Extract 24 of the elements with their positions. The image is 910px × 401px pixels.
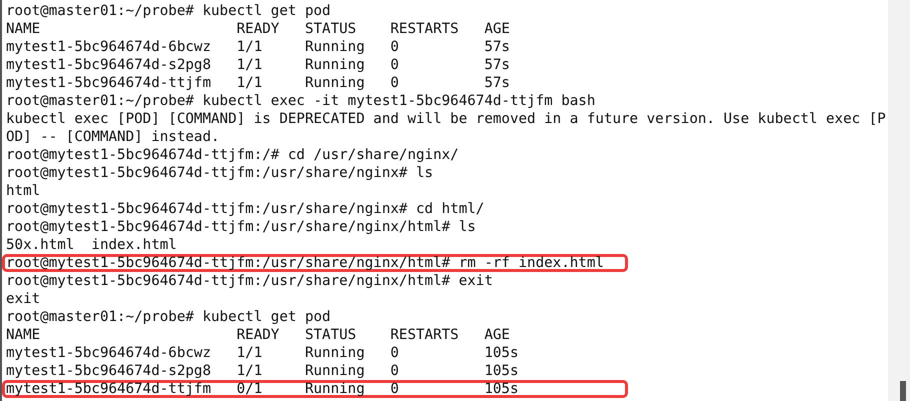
terminal-line: NAME READY STATUS RESTARTS AGE — [6, 327, 510, 343]
terminal-line: html — [6, 183, 40, 199]
terminal-line: OD] -- [COMMAND] instead. — [6, 129, 220, 145]
terminal-line: mytest1-5bc964674d-s2pg8 1/1 Running 0 105s — [6, 363, 518, 379]
terminal-line: root@mytest1-5bc964674d-ttjfm:/# cd /usr/share/nginx/ — [6, 147, 459, 163]
terminal-line: mytest1-5bc964674d-6bcwz 1/1 Running 0 57s — [6, 39, 510, 55]
terminal-line: mytest1-5bc964674d-6bcwz 1/1 Running 0 105s — [6, 345, 518, 361]
terminal-line: root@mytest1-5bc964674d-ttjfm:/usr/share/nginx# ls — [6, 165, 434, 181]
terminal-line: root@mytest1-5bc964674d-ttjfm:/usr/share/nginx# cd html/ — [6, 201, 484, 217]
terminal-line: root@mytest1-5bc964674d-ttjfm:/usr/share/nginx/html# exit — [6, 273, 493, 289]
terminal-line: mytest1-5bc964674d-ttjfm 1/1 Running 0 57s — [6, 75, 510, 91]
terminal-line: root@mytest1-5bc964674d-ttjfm:/usr/share/nginx/html# ls — [6, 219, 476, 235]
terminal-line: NAME READY STATUS RESTARTS AGE — [6, 21, 510, 37]
terminal-line: root@master01:~/probe# kubectl get pod — [6, 309, 331, 325]
terminal-line: root@master01:~/probe# kubectl exec -it mytest1-5bc964674d-ttjfm bash — [6, 93, 596, 109]
terminal-line: kubectl exec [POD] [COMMAND] is DEPRECATED and will be removed in a future version. Use kubectl exec [P — [6, 111, 886, 127]
terminal-line: mytest1-5bc964674d-s2pg8 1/1 Running 0 57s — [6, 57, 510, 73]
terminal-line: exit — [6, 291, 40, 307]
terminal-line: mytest1-5bc964674d-ttjfm 0/1 Running 0 105s — [6, 383, 518, 395]
terminal-line: root@master01:~/probe# kubectl get pod — [6, 3, 331, 19]
scrollbar[interactable] — [888, 0, 910, 401]
terminal-line: 50x.html index.html — [6, 237, 177, 253]
terminal-line: root@mytest1-5bc964674d-ttjfm:/usr/share/nginx/html# rm -rf index.html — [6, 257, 604, 269]
scrollbar-thumb[interactable] — [900, 381, 906, 401]
